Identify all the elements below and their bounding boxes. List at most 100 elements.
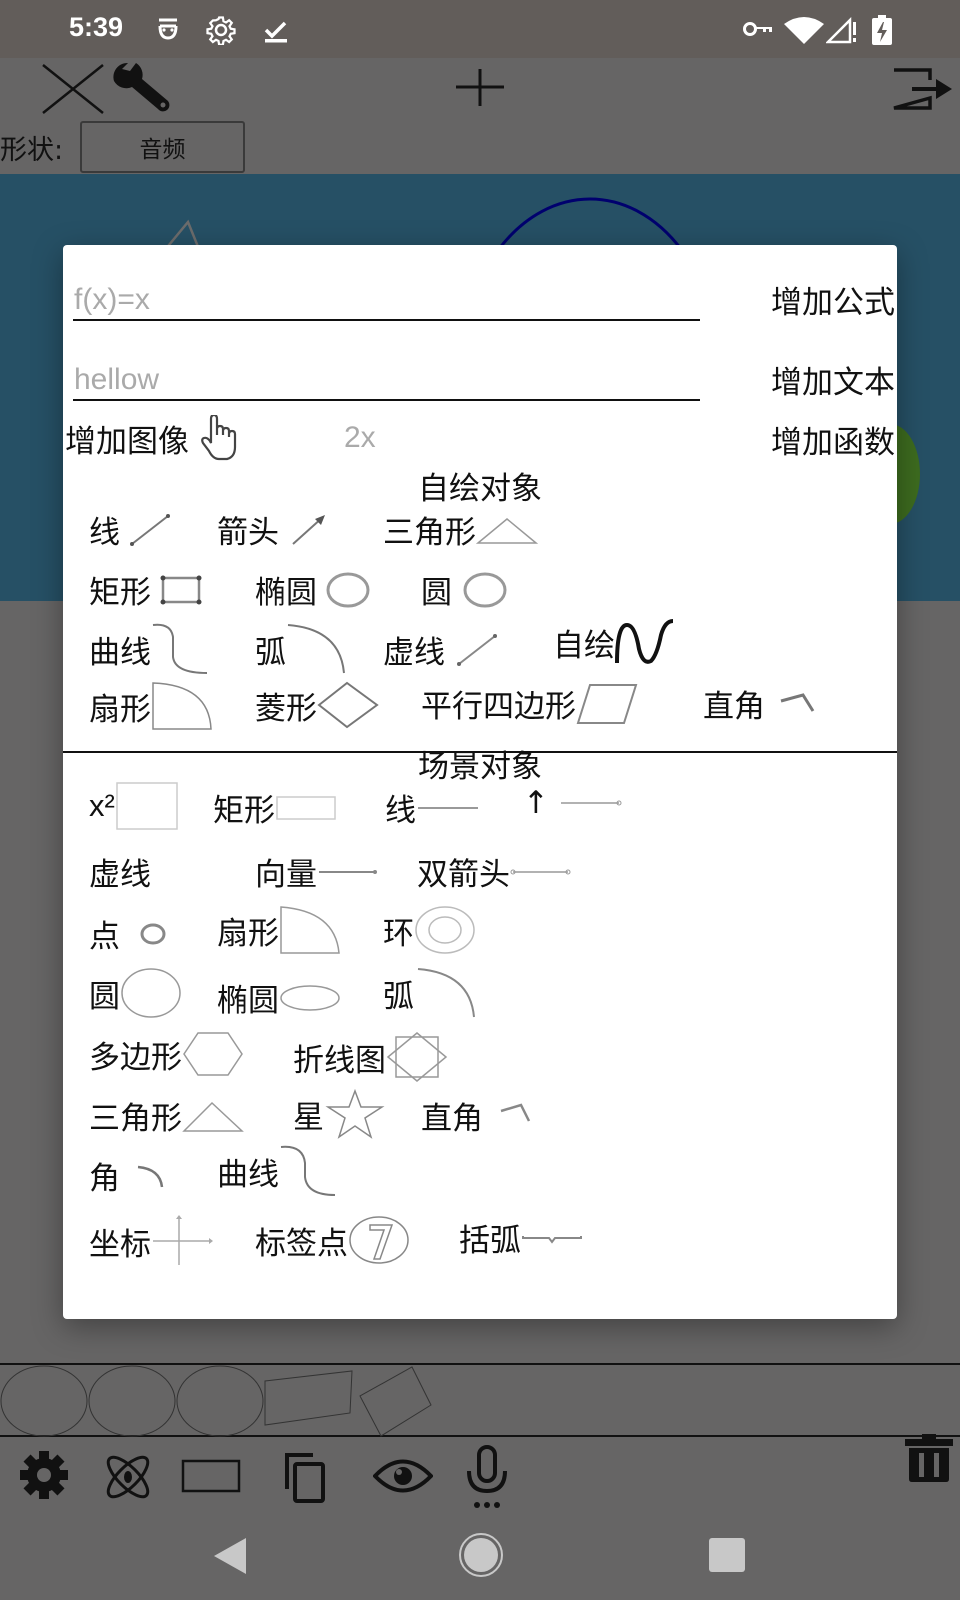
custom-item-circle[interactable]: 圆 (421, 567, 508, 612)
scene-item-brace[interactable]: 括弧 (459, 1215, 583, 1260)
scene-item-double-arrow[interactable]: 双箭头 (417, 849, 572, 894)
scene-item-polyline[interactable]: 折线图 (293, 1031, 448, 1083)
item-label: 括弧 (459, 1223, 521, 1259)
thumb-ellipse-2[interactable] (88, 1365, 176, 1437)
add-function-button[interactable]: 增加函数 (771, 417, 895, 462)
trash-icon[interactable] (904, 1433, 954, 1483)
formula-input[interactable] (73, 281, 700, 319)
zoom-level[interactable]: 2x (344, 421, 376, 455)
item-label: 星 (293, 1099, 324, 1136)
rectangle-outline-icon[interactable] (181, 1459, 241, 1493)
custom-item-dashed-line[interactable]: 虚线 (383, 627, 499, 672)
add-formula-button[interactable]: 增加公式 (771, 277, 895, 322)
item-label: 多边形 (89, 1039, 182, 1076)
notification-face-icon (158, 18, 178, 40)
scene-item-right-angle[interactable]: 直角 (421, 1093, 537, 1138)
arc-icon (287, 624, 345, 674)
battery-charging-icon (872, 15, 892, 45)
text-input[interactable] (73, 361, 700, 399)
item-label: 弧 (383, 978, 414, 1015)
scene-item-rectangle[interactable]: 矩形 (213, 785, 337, 830)
back-icon[interactable] (210, 1536, 250, 1576)
plus-icon[interactable] (455, 68, 505, 108)
scene-item-point[interactable]: 点 (89, 911, 168, 956)
scene-item-arc[interactable]: 弧 (383, 967, 478, 1019)
scene-item-curve[interactable]: 曲线 (217, 1145, 335, 1197)
custom-item-curve[interactable]: 曲线 (89, 623, 207, 675)
scene-item-line[interactable]: 线 (385, 785, 480, 830)
shape-strip[interactable] (0, 1363, 960, 1437)
scene-item-ellipse[interactable]: 椭圆 (217, 975, 341, 1020)
double-arrow-icon (510, 869, 571, 874)
line-icon (418, 806, 478, 809)
atom-icon[interactable] (98, 1449, 158, 1505)
signal-alert-icon (826, 16, 856, 44)
add-text-button[interactable]: 增加文本 (771, 357, 895, 402)
scene-item-line-end[interactable]: ↑ (523, 785, 623, 821)
item-label: 矩形 (213, 793, 275, 829)
custom-item-triangle[interactable]: 三角形 (383, 507, 538, 552)
thumb-ellipse-3[interactable] (176, 1365, 264, 1437)
item-label: 折线图 (293, 1042, 386, 1079)
exit-icon[interactable] (892, 68, 954, 110)
download-done-icon (264, 21, 287, 43)
text-field[interactable] (73, 361, 700, 401)
item-label: 箭头 (217, 515, 279, 551)
status-bar: 5:39 (0, 0, 960, 58)
copy-icon[interactable] (283, 1451, 327, 1503)
formula-field[interactable] (73, 281, 700, 321)
eye-icon[interactable] (373, 1457, 433, 1495)
close-icon[interactable] (41, 63, 105, 115)
thumb-quad[interactable] (264, 1370, 353, 1426)
thumb-ellipse-1[interactable] (0, 1365, 88, 1437)
item-label: 三角形 (383, 515, 476, 551)
scene-item-square[interactable]: x² (89, 781, 179, 831)
custom-item-sector[interactable]: 扇形 (89, 681, 215, 731)
wrench-icon[interactable] (108, 61, 174, 113)
triangle-icon (476, 517, 538, 544)
settings-icon[interactable] (14, 1451, 74, 1499)
item-label: 弧 (255, 634, 286, 671)
add-object-dialog: 增加公式 增加文本 增加图像 2x 增加函数 自绘对象 线 箭头 三角形 矩形 … (63, 245, 897, 1319)
sector-icon (152, 682, 212, 730)
scene-item-star[interactable]: 星 (293, 1089, 386, 1139)
scene-item-circle[interactable]: 圆 (89, 967, 182, 1019)
scene-item-ring[interactable]: 环 (383, 905, 476, 955)
home-icon[interactable] (458, 1532, 504, 1578)
scene-item-angle[interactable]: 角 (89, 1153, 168, 1198)
ring-icon (415, 906, 475, 954)
custom-item-ellipse[interactable]: 椭圆 (255, 567, 371, 612)
custom-item-line[interactable]: 线 (89, 507, 174, 552)
custom-item-freehand[interactable]: 自绘 (553, 619, 675, 665)
triangle-icon (182, 1101, 244, 1132)
recents-icon[interactable] (707, 1537, 747, 1573)
custom-item-arc[interactable]: 弧 (255, 623, 346, 675)
custom-item-right-angle[interactable]: 直角 (703, 681, 817, 726)
scene-item-dashed-line[interactable]: 虚线 (89, 849, 151, 894)
item-label: 矩形 (89, 575, 151, 611)
scene-item-sector[interactable]: 扇形 (217, 905, 341, 955)
parallelogram-icon (576, 683, 638, 724)
custom-item-parallelogram[interactable]: 平行四边形 (421, 681, 638, 726)
thumb-rhombus[interactable] (359, 1366, 432, 1437)
right-angle-icon (500, 1103, 531, 1122)
angle-icon (137, 1165, 164, 1187)
scene-item-vector[interactable]: 向量 (255, 849, 379, 894)
scene-item-polygon[interactable]: 多边形 (89, 1031, 244, 1077)
star-icon (325, 1089, 385, 1139)
custom-item-rectangle[interactable]: 矩形 (89, 567, 203, 612)
add-image-button[interactable]: 增加图像 (65, 415, 245, 461)
item-label: 椭圆 (255, 575, 317, 611)
item-label: 椭圆 (217, 983, 279, 1019)
scene-item-axes[interactable]: 坐标 (89, 1215, 213, 1267)
shape-select[interactable]: 音频 (80, 121, 245, 173)
item-label: 线 (385, 793, 416, 829)
item-label: 点 (89, 919, 120, 955)
scene-item-label-point[interactable]: 标签点 (255, 1215, 410, 1265)
scene-item-triangle[interactable]: 三角形 (89, 1093, 244, 1138)
item-label: x² (89, 788, 115, 823)
microphone-icon[interactable] (465, 1445, 509, 1511)
custom-item-rhombus[interactable]: 菱形 (255, 681, 379, 729)
shape-thumbnails (0, 1365, 432, 1437)
custom-item-arrow[interactable]: 箭头 (217, 507, 329, 552)
